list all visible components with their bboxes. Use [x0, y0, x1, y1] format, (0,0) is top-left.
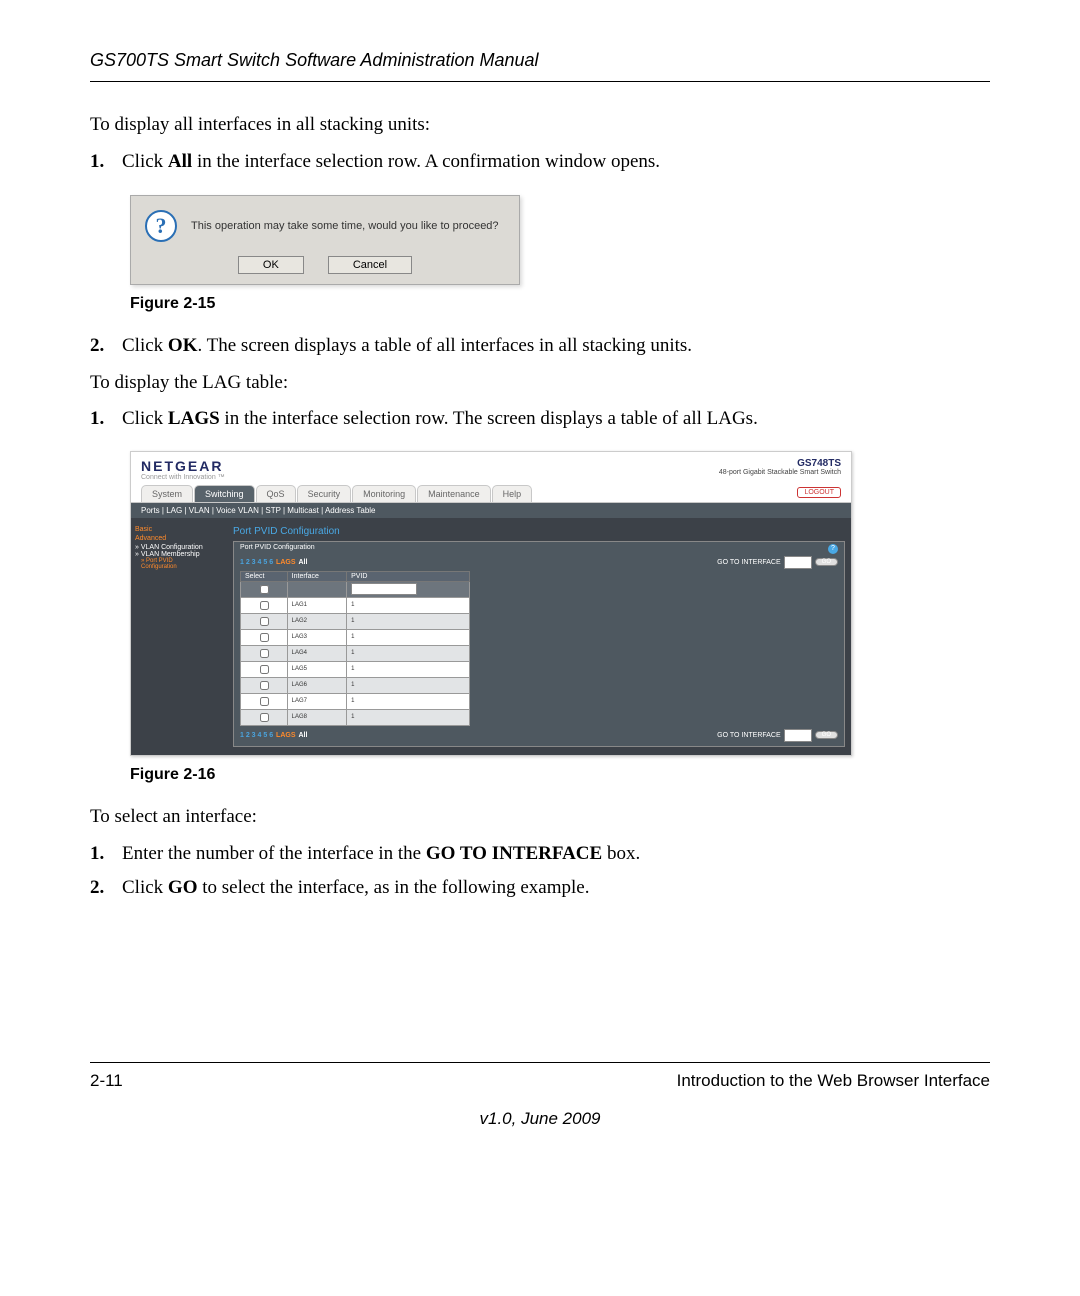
table-row: LAG31	[241, 629, 470, 645]
page-number: 2-11	[90, 1071, 123, 1091]
step-num: 1.	[90, 406, 122, 433]
intro-p1: To display all interfaces in all stackin…	[90, 112, 990, 139]
ok-button[interactable]: OK	[238, 256, 304, 274]
tab-security[interactable]: Security	[297, 485, 352, 502]
tab-monitoring[interactable]: Monitoring	[352, 485, 416, 502]
unit-selector-bottom[interactable]: 1 2 3 4 5 6 LAGS All	[240, 732, 308, 739]
tab-maintenance[interactable]: Maintenance	[417, 485, 491, 502]
step-text: Click All in the interface selection row…	[122, 149, 990, 176]
goto-label: GO TO INTERFACE	[717, 559, 781, 566]
sidebar-vlan-configuration[interactable]: » VLAN Configuration	[135, 544, 223, 551]
step-text: Click OK. The screen displays a table of…	[122, 333, 990, 360]
logo-tagline: Connect with Innovation ™	[141, 474, 225, 481]
lag-table: Select Interface PVID LAG11 LAG21 LAG31	[240, 571, 470, 726]
step-num: 2.	[90, 333, 122, 360]
pvid-input-all[interactable]	[351, 583, 417, 595]
col-pvid: PVID	[347, 571, 470, 581]
tab-help[interactable]: Help	[492, 485, 533, 502]
panel-title: Port PVID Configuration	[240, 544, 315, 554]
subtabs[interactable]: Ports | LAG | VLAN | Voice VLAN | STP | …	[131, 503, 851, 518]
row-checkbox[interactable]	[260, 713, 269, 722]
cancel-button[interactable]: Cancel	[328, 256, 412, 274]
netgear-logo: NETGEAR	[141, 458, 225, 474]
row-checkbox[interactable]	[260, 665, 269, 674]
row-checkbox[interactable]	[260, 601, 269, 610]
unit-selector[interactable]: 1 2 3 4 5 6 LAGS All	[240, 559, 308, 566]
sidebar-vlan-membership[interactable]: » VLAN Membership	[135, 551, 223, 558]
table-row: LAG21	[241, 613, 470, 629]
table-row: LAG81	[241, 709, 470, 725]
confirmation-dialog: ? This operation may take some time, wou…	[130, 195, 990, 285]
step-num: 1.	[90, 841, 122, 868]
table-row: LAG41	[241, 645, 470, 661]
step-num: 1.	[90, 149, 122, 176]
doc-header: GS700TS Smart Switch Software Administra…	[90, 50, 990, 82]
sidebar: Basic Advanced » VLAN Configuration » VL…	[131, 518, 227, 755]
go-button-bottom[interactable]: GO	[815, 731, 838, 739]
col-select: Select	[241, 571, 288, 581]
model-subtitle: 48-port Gigabit Stackable Smart Switch	[719, 469, 841, 476]
logout-button[interactable]: LOGOUT	[797, 487, 841, 498]
step-text: Click GO to select the interface, as in …	[122, 875, 990, 902]
sidebar-advanced[interactable]: Advanced	[135, 535, 223, 542]
table-row: LAG51	[241, 661, 470, 677]
row-checkbox[interactable]	[260, 617, 269, 626]
content-title: Port PVID Configuration	[233, 526, 845, 537]
row-checkbox[interactable]	[260, 681, 269, 690]
step-num: 2.	[90, 875, 122, 902]
select-all-checkbox[interactable]	[260, 585, 269, 594]
row-checkbox[interactable]	[260, 649, 269, 658]
tab-qos[interactable]: QoS	[256, 485, 296, 502]
tab-switching[interactable]: Switching	[194, 485, 255, 502]
row-checkbox[interactable]	[260, 697, 269, 706]
dialog-message: This operation may take some time, would…	[191, 220, 505, 232]
sidebar-basic[interactable]: Basic	[135, 526, 223, 533]
intro-p2: To display the LAG table:	[90, 370, 990, 397]
question-icon: ?	[145, 210, 177, 242]
goto-interface-input-bottom[interactable]	[784, 729, 812, 742]
help-icon[interactable]: ?	[828, 544, 838, 554]
table-row: LAG61	[241, 677, 470, 693]
figure-caption-15: Figure 2-15	[130, 295, 990, 313]
table-row: LAG71	[241, 693, 470, 709]
goto-interface-input[interactable]	[784, 556, 812, 569]
step-text: Click LAGS in the interface selection ro…	[122, 406, 990, 433]
doc-version: v1.0, June 2009	[90, 1109, 990, 1129]
model-name: GS748TS	[719, 458, 841, 469]
goto-label-bottom: GO TO INTERFACE	[717, 732, 781, 739]
go-button[interactable]: GO	[815, 558, 838, 566]
sidebar-port-pvid[interactable]: » Port PVIDConfiguration	[141, 558, 223, 570]
section-title: Introduction to the Web Browser Interfac…	[677, 1071, 990, 1091]
row-checkbox[interactable]	[260, 633, 269, 642]
intro-p3: To select an interface:	[90, 804, 990, 831]
figure-caption-16: Figure 2-16	[130, 766, 990, 784]
col-interface: Interface	[287, 571, 346, 581]
netgear-screenshot: NETGEAR Connect with Innovation ™ GS748T…	[130, 451, 852, 756]
tab-system[interactable]: System	[141, 485, 193, 502]
step-text: Enter the number of the interface in the…	[122, 841, 990, 868]
table-row: LAG11	[241, 597, 470, 613]
